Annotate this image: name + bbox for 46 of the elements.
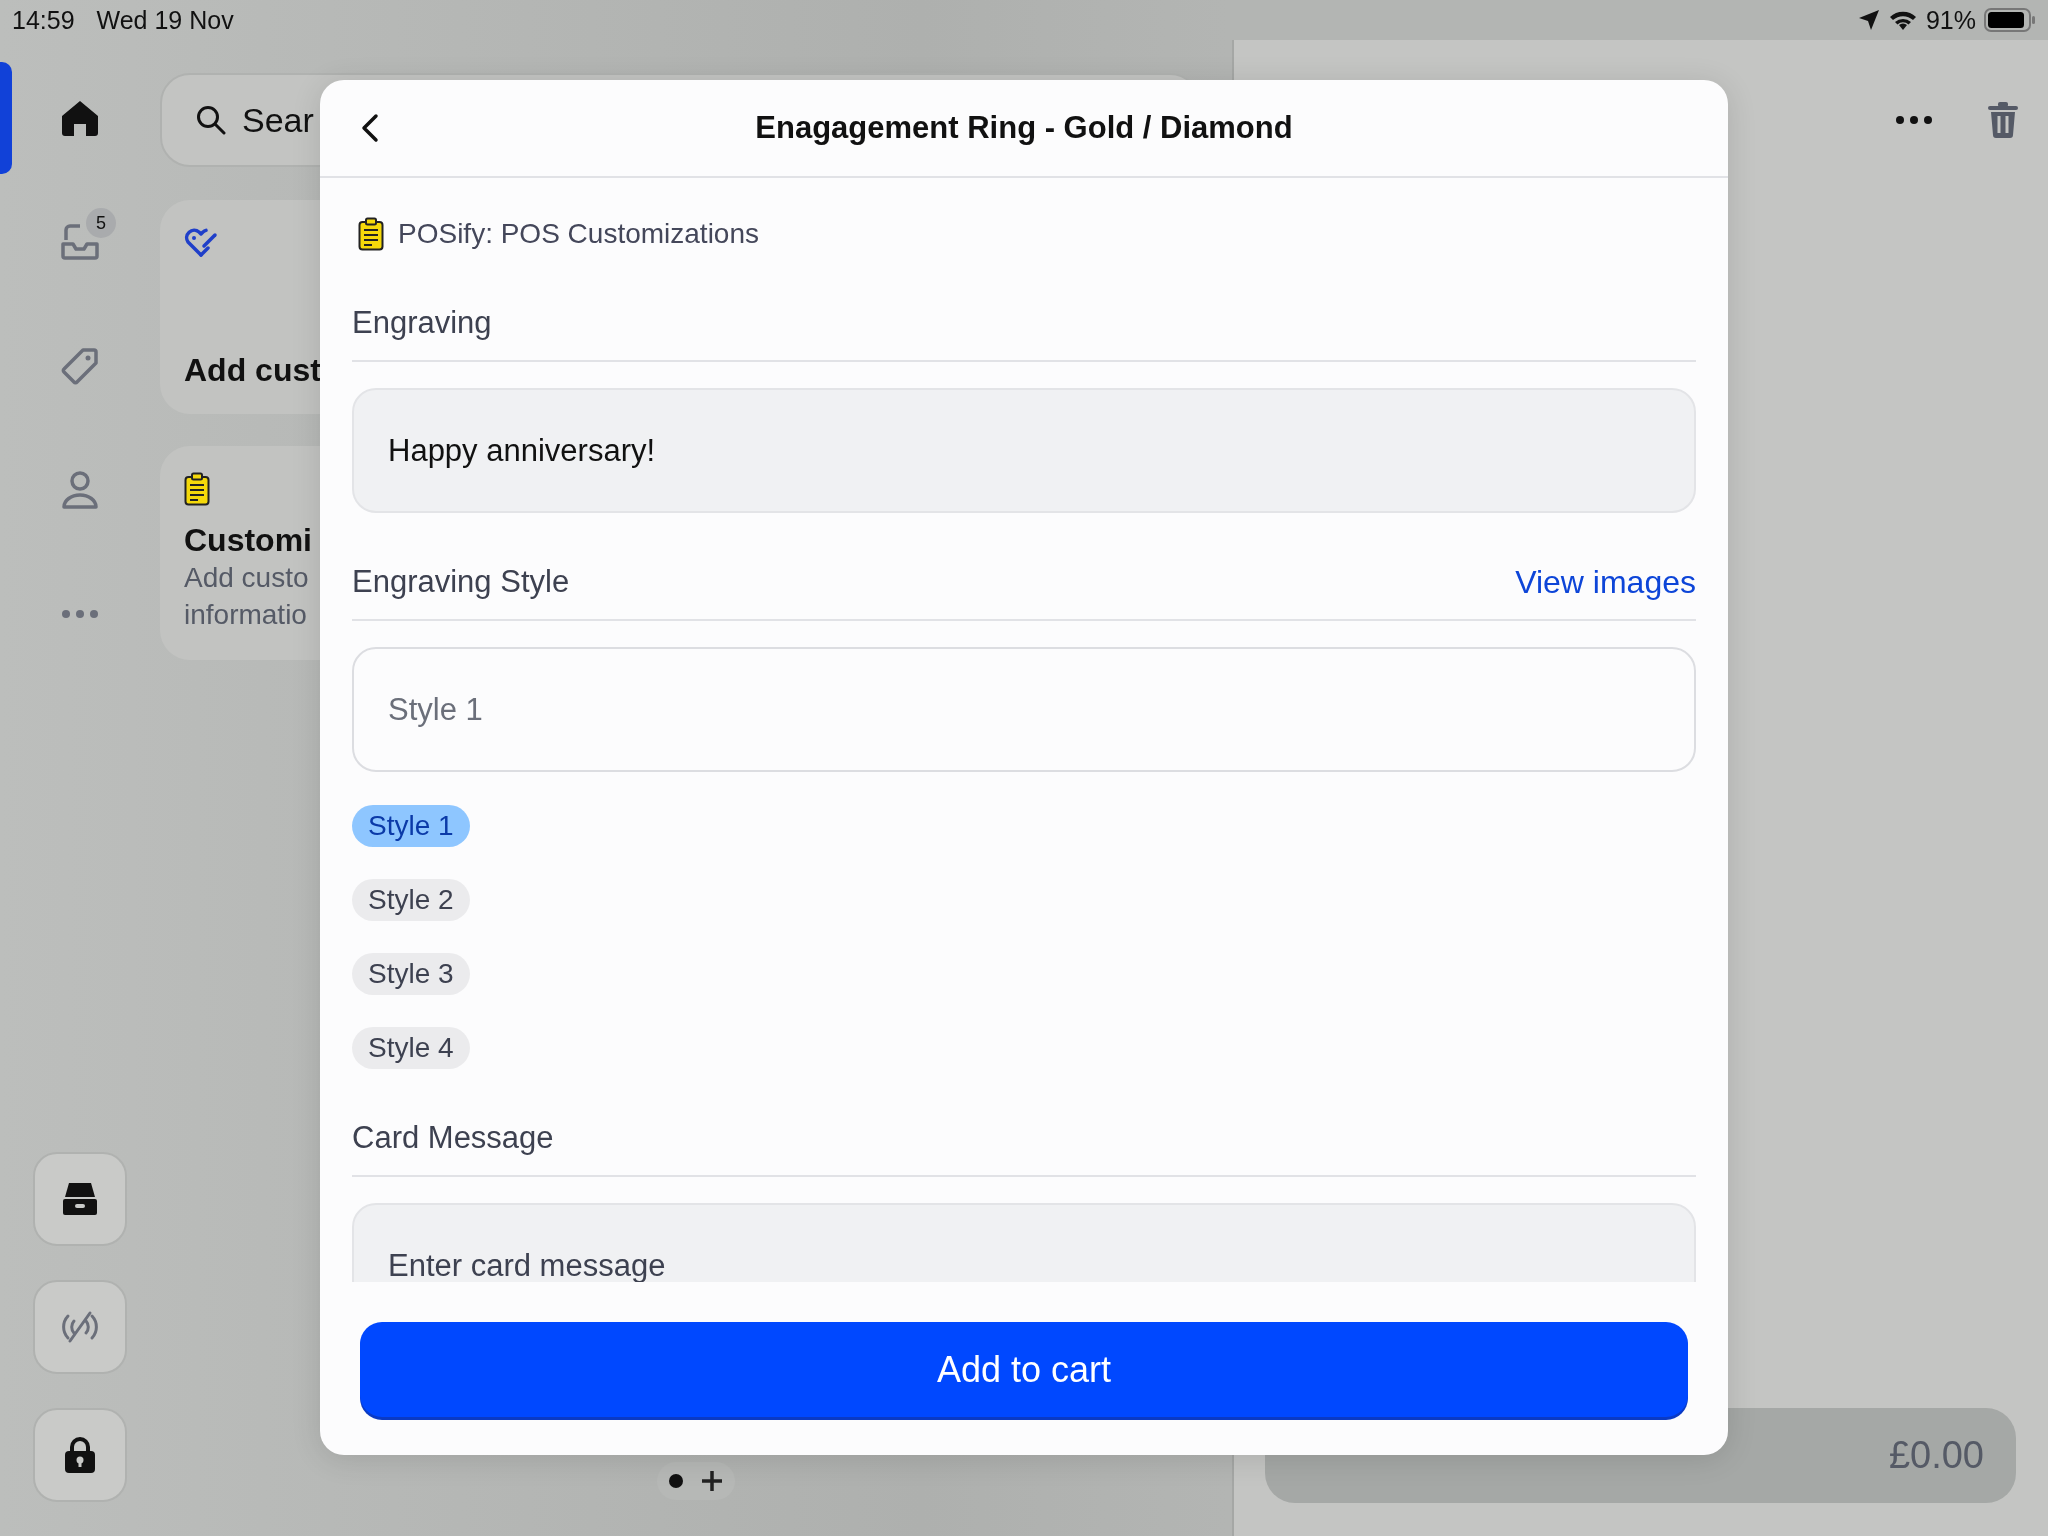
- tile-title: Add cust: [184, 352, 321, 389]
- home-icon: [60, 99, 100, 137]
- contactless-off-icon: [60, 1310, 100, 1344]
- person-icon: [61, 470, 99, 510]
- field-label: Card Message: [352, 1120, 554, 1156]
- register-button[interactable]: [33, 1152, 127, 1246]
- battery-percent: 91%: [1925, 5, 1976, 35]
- more-icon[interactable]: [1894, 115, 1934, 125]
- trash-icon[interactable]: [1988, 102, 2018, 138]
- app-name: POSify: POS Customizations: [398, 218, 759, 250]
- clipboard-icon: [358, 217, 384, 251]
- clipboard-icon: [184, 472, 210, 506]
- field-label: Engraving Style: [352, 564, 570, 600]
- lock-icon: [65, 1437, 95, 1473]
- count-badge: 5: [86, 208, 116, 238]
- page-indicator[interactable]: [657, 1462, 735, 1500]
- more-icon: [61, 609, 99, 619]
- option-chip[interactable]: Style 2: [352, 879, 470, 921]
- search-icon: [196, 105, 226, 135]
- contactless-off-button[interactable]: [33, 1280, 127, 1374]
- tile-description: Add custo: [184, 561, 309, 595]
- status-date: Wed 19 Nov: [96, 5, 234, 35]
- tile-description: informatio: [184, 598, 307, 632]
- add-page-icon: [701, 1470, 723, 1492]
- select-field[interactable]: Style 1: [352, 647, 1696, 772]
- option-chip[interactable]: Style 3: [352, 953, 470, 995]
- page-dot-icon: [669, 1474, 683, 1488]
- text-field[interactable]: Enter card message: [352, 1203, 1696, 1282]
- lock-button[interactable]: [33, 1408, 127, 1502]
- heart-tag-icon: [184, 226, 218, 258]
- add-to-cart-button[interactable]: Add to cart: [360, 1322, 1688, 1417]
- modal-title: Enagagement Ring - Gold / Diamond: [755, 110, 1293, 146]
- register-icon: [63, 1183, 97, 1215]
- tile-title: Customi: [184, 522, 312, 559]
- cart-total: £0.00: [1888, 1434, 1984, 1477]
- option-chip[interactable]: Style 1: [352, 805, 470, 847]
- tag-icon: [61, 347, 99, 385]
- status-time: 14:59: [12, 5, 75, 35]
- chevron-left-icon: [361, 113, 379, 143]
- battery-icon: [1984, 8, 2036, 32]
- inbox-tab[interactable]: 5: [30, 192, 130, 292]
- view-images-link[interactable]: View images: [1515, 563, 1696, 601]
- location-icon: [1857, 9, 1880, 31]
- field-label: Engraving: [352, 305, 492, 341]
- text-field[interactable]: Happy anniversary!: [352, 388, 1696, 513]
- option-chip[interactable]: Style 4: [352, 1027, 470, 1069]
